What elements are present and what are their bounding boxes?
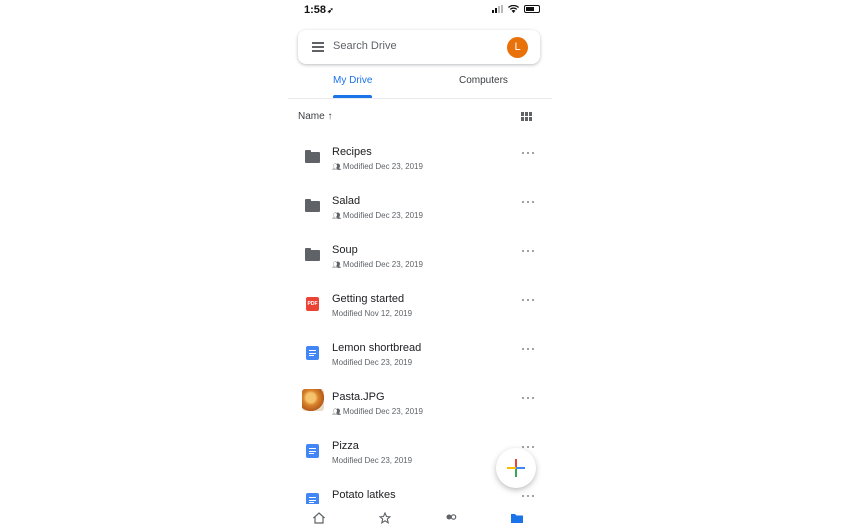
doc-icon: [306, 346, 319, 360]
image-thumbnail: [302, 389, 324, 411]
search-bar[interactable]: Search Drive L: [298, 30, 540, 64]
file-modified: Modified Dec 23, 2019: [332, 358, 413, 367]
file-name: Potato latkes: [332, 489, 396, 501]
file-modified: Modified Dec 23, 2019: [342, 260, 423, 269]
starred-icon[interactable]: [379, 512, 391, 524]
doc-icon: [306, 444, 319, 458]
tab-bar: My Drive Computers: [288, 70, 552, 99]
list-item[interactable]: Lemon shortbread Modified Dec 23, 2019: [288, 326, 552, 375]
file-meta: Modified Dec 23, 2019: [332, 456, 412, 465]
file-name: Recipes: [332, 146, 372, 158]
signal-icon: [492, 5, 503, 13]
sort-name-button[interactable]: Name ↑: [298, 111, 332, 122]
list-item[interactable]: PDF Getting started Modified Nov 12, 201…: [288, 277, 552, 326]
avatar[interactable]: L: [507, 37, 528, 58]
file-modified: Modified Dec 23, 2019: [332, 456, 413, 465]
menu-icon[interactable]: [312, 42, 324, 52]
folder-icon: [305, 150, 320, 163]
list-item[interactable]: Pasta.JPG 👥︎ Modified Dec 23, 2019: [288, 375, 552, 424]
status-icons: [492, 5, 540, 13]
folder-icon: [305, 248, 320, 261]
doc-icon: [306, 493, 319, 504]
file-meta: 👥︎ Modified Dec 23, 2019: [332, 162, 423, 171]
home-icon[interactable]: [313, 512, 325, 524]
list-item[interactable]: Soup 👥︎ Modified Dec 23, 2019: [288, 228, 552, 277]
file-meta: 👥︎ Modified Dec 23, 2019: [332, 260, 423, 269]
more-options-icon[interactable]: [522, 397, 534, 400]
more-options-icon[interactable]: [522, 299, 534, 302]
list-item[interactable]: Salad 👥︎ Modified Dec 23, 2019: [288, 179, 552, 228]
file-modified: Modified Nov 12, 2019: [332, 309, 413, 318]
more-options-icon[interactable]: [522, 495, 534, 498]
status-time: 1:58➶: [304, 4, 334, 16]
status-bar: 1:58➶: [288, 0, 552, 22]
file-name: Salad: [332, 195, 361, 207]
file-meta: Modified Dec 23, 2019: [332, 358, 412, 367]
status-time-text: 1:58: [304, 4, 327, 16]
more-options-icon[interactable]: [522, 152, 534, 155]
files-icon[interactable]: [510, 512, 524, 524]
plus-icon-bar: [507, 467, 525, 470]
tab-active-indicator: [333, 95, 372, 98]
grid-view-icon[interactable]: [521, 112, 532, 121]
more-options-icon[interactable]: [522, 250, 534, 253]
file-name: Lemon shortbread: [332, 342, 422, 354]
file-modified: Modified Dec 23, 2019: [342, 162, 423, 171]
file-name: Getting started: [332, 293, 405, 305]
search-placeholder[interactable]: Search Drive: [333, 40, 397, 52]
file-modified: Modified Dec 23, 2019: [342, 211, 423, 220]
more-options-icon[interactable]: [522, 201, 534, 204]
shared-people-icon: 👥︎: [332, 261, 341, 269]
more-options-icon[interactable]: [522, 348, 534, 351]
shared-icon[interactable]: [445, 512, 457, 524]
drive-app: 1:58➶ Search Drive L My Drive Computers …: [288, 0, 552, 524]
pdf-icon: PDF: [306, 297, 319, 311]
location-icon: ➶: [327, 6, 334, 15]
battery-icon: [524, 5, 540, 13]
bottom-nav: [288, 504, 552, 524]
file-meta: 👥︎ Modified Dec 23, 2019: [332, 407, 423, 416]
shared-people-icon: 👥︎: [332, 163, 341, 171]
tab-my-drive[interactable]: My Drive: [333, 75, 372, 86]
tab-computers[interactable]: Computers: [459, 75, 508, 86]
new-button[interactable]: [496, 448, 536, 488]
file-name: Pasta.JPG: [332, 391, 385, 403]
file-meta: 👥︎ Modified Dec 23, 2019: [332, 211, 423, 220]
list-item[interactable]: Recipes 👥︎ Modified Dec 23, 2019: [288, 130, 552, 179]
file-name: Soup: [332, 244, 358, 256]
file-meta: Modified Nov 12, 2019: [332, 309, 412, 318]
folder-icon: [305, 199, 320, 212]
shared-people-icon: 👥︎: [332, 212, 341, 220]
file-modified: Modified Dec 23, 2019: [342, 407, 423, 416]
shared-people-icon: 👥︎: [332, 408, 341, 416]
wifi-icon: [508, 5, 519, 13]
file-name: Pizza: [332, 440, 359, 452]
more-options-icon[interactable]: [522, 446, 534, 449]
